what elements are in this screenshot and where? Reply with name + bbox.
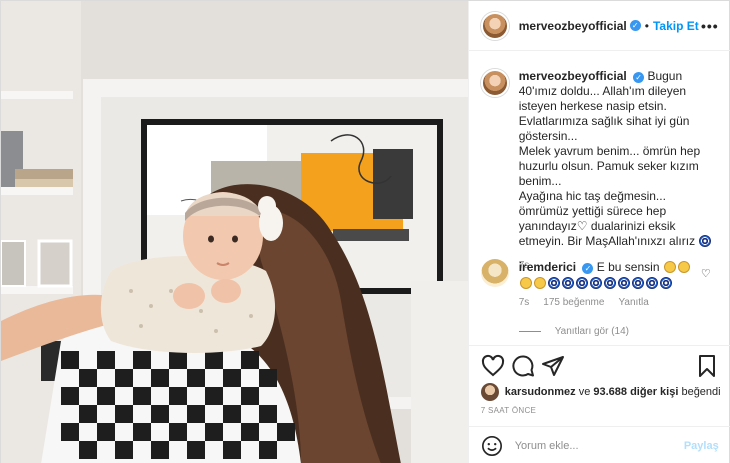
post-side-panel: merveozbeyofficial ✓ • Takip Et ••• merv… (467, 1, 730, 463)
likes-conjunction: ve (578, 386, 591, 398)
reply-button[interactable]: Yanıtla (618, 297, 648, 308)
more-options-icon[interactable]: ••• (701, 18, 719, 34)
nazar-eye-icon (645, 277, 658, 289)
comment-body: iremderici ✓ E bu sensin (519, 259, 699, 291)
heart-icon[interactable] (481, 354, 505, 378)
header-separator: • (644, 18, 649, 33)
author-avatar[interactable] (480, 11, 509, 40)
nazar-eye-icon (547, 277, 560, 289)
caption: merveozbeyofficial ✓ Bugun 40'ımız doldu… (480, 69, 719, 271)
post-header: merveozbeyofficial ✓ • Takip Et ••• (468, 1, 730, 51)
verified-badge-icon: ✓ (633, 72, 645, 83)
caption-author-avatar[interactable] (480, 69, 509, 97)
post-comment-button[interactable]: Paylaş (684, 440, 719, 452)
replies-divider (518, 331, 541, 332)
sad-face-icon (677, 261, 690, 273)
sad-face-icon (519, 277, 532, 289)
comment-time[interactable]: 7s (519, 297, 530, 308)
author-username[interactable]: merveozbeyofficial (519, 19, 627, 33)
nazar-eye-icon (617, 277, 630, 289)
liker-avatar[interactable] (480, 383, 499, 401)
nazar-eye-icon (575, 277, 588, 289)
nazar-eye-icon (699, 235, 712, 247)
comment-meta: 7s 175 beğenme Yanıtla (519, 297, 719, 308)
caption-body: merveozbeyofficial ✓ Bugun 40'ımız doldu… (519, 69, 719, 249)
nazar-eye-icon (659, 277, 672, 289)
likes-others[interactable]: 93.688 diğer kişi (593, 386, 678, 398)
instagram-post: merveozbeyofficial ✓ • Takip Et ••• merv… (0, 0, 730, 463)
nazar-eye-icon (589, 277, 602, 289)
photo-illustration (1, 1, 468, 463)
post-timestamp[interactable]: 7 SAAT ÖNCE (481, 406, 536, 415)
commenter-avatar[interactable] (480, 259, 509, 287)
nazar-eye-icon (631, 277, 644, 289)
paper-plane-icon[interactable] (541, 354, 565, 378)
comment: iremderici ✓ E bu sensin ♡ 7s 175 beğenm… (480, 259, 719, 308)
sad-face-icon (533, 277, 546, 289)
view-replies[interactable]: Yanıtları gör (14) (518, 326, 629, 337)
follow-button[interactable]: Takip Et (653, 19, 699, 33)
comment-input[interactable] (514, 439, 684, 452)
bookmark-icon[interactable] (695, 354, 719, 378)
smiley-icon[interactable] (481, 435, 503, 457)
nazar-eye-icon (561, 277, 574, 289)
commenter-username[interactable]: iremderici (519, 260, 576, 274)
verified-badge-icon: ✓ (629, 20, 641, 31)
comment-icon[interactable] (511, 354, 535, 378)
comment-like-heart-icon[interactable]: ♡ (701, 267, 711, 280)
view-replies-label[interactable]: Yanıtları gör (14) (555, 326, 629, 337)
action-bar (468, 345, 730, 385)
sad-face-icon (663, 261, 676, 273)
liker-username[interactable]: karsudonmez (505, 386, 576, 398)
likes-suffix: beğendi (681, 386, 721, 398)
comment-text: E bu sensin (596, 260, 660, 274)
caption-username[interactable]: merveozbeyofficial (519, 69, 627, 83)
comment-likes[interactable]: 175 beğenme (543, 297, 604, 308)
nazar-eye-icon (603, 277, 616, 289)
add-comment-bar: Paylaş (468, 426, 730, 463)
verified-badge-icon: ✓ (582, 263, 594, 274)
post-photo[interactable] (1, 1, 468, 463)
caption-text: Bugun 40'ımız doldu... Allah'ım dileyen … (518, 69, 701, 248)
likes-summary: karsudonmez ve 93.688 diğer kişi beğendi (480, 382, 721, 402)
